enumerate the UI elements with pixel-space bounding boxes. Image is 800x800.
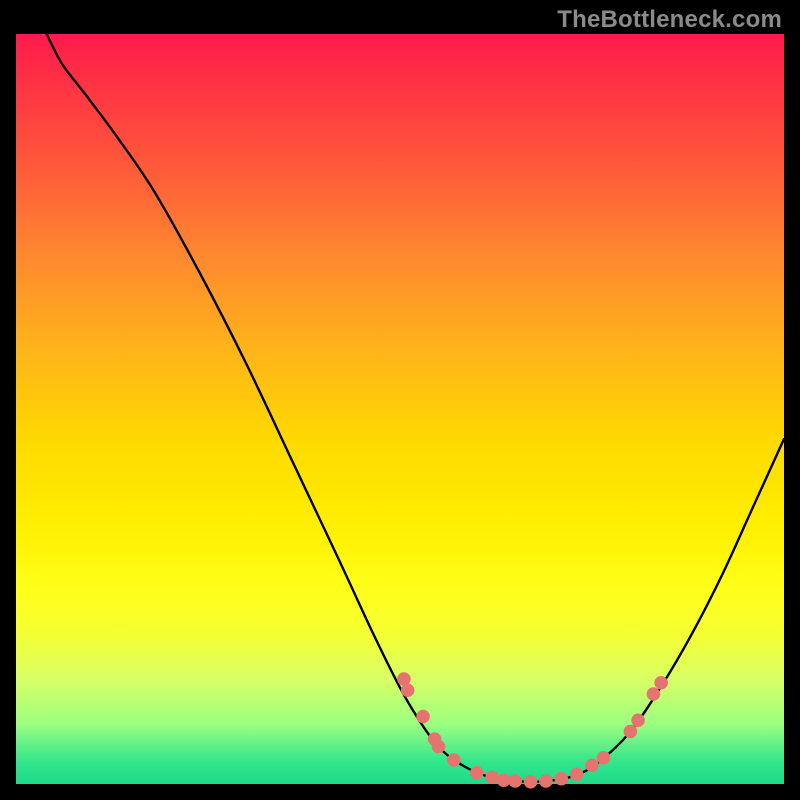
data-point — [497, 773, 511, 787]
data-point — [508, 774, 522, 788]
data-point — [447, 753, 461, 767]
data-point — [416, 710, 430, 724]
chart-frame: TheBottleneck.com — [0, 0, 800, 800]
data-point — [631, 713, 645, 727]
data-points-group — [397, 672, 668, 788]
data-point — [654, 676, 668, 690]
chart-svg — [16, 34, 784, 784]
watermark-text: TheBottleneck.com — [557, 6, 782, 34]
data-point — [585, 758, 599, 772]
data-point — [485, 770, 499, 784]
data-point — [570, 767, 584, 781]
data-point — [524, 775, 538, 789]
data-point — [539, 774, 553, 788]
data-point — [597, 751, 611, 765]
bottleneck-curve — [47, 34, 784, 782]
data-point — [624, 725, 638, 739]
plot-area — [16, 34, 784, 784]
data-point — [647, 687, 661, 701]
data-point — [401, 683, 415, 697]
data-point — [470, 766, 484, 780]
data-point — [432, 740, 446, 754]
data-point — [554, 772, 568, 786]
